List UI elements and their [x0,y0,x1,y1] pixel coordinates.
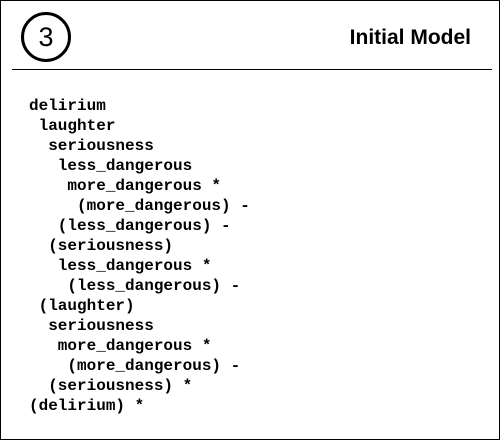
tree-line: (less_dangerous) - [29,277,241,295]
step-number-badge: 3 [21,12,71,62]
slide-frame: 3 Initial Model delirium laughter seriou… [0,0,500,440]
tree-line: (seriousness) [29,237,174,255]
tree-line: delirium [29,97,106,115]
tree-line: seriousness [29,317,154,335]
tree-line: less_dangerous * [29,257,212,275]
tree-line: laughter [29,117,116,135]
tree-line: seriousness [29,137,154,155]
tree-line: (seriousness) * [29,377,193,395]
tree-line: (more_dangerous) - [29,357,241,375]
tree-line: less_dangerous [29,157,193,175]
tree-line: (laughter) [29,297,135,315]
tree-line: more_dangerous * [29,177,222,195]
model-tree: delirium laughter seriousness less_dange… [29,96,250,416]
header-divider [12,69,492,70]
tree-line: (less_dangerous) - [29,217,231,235]
page-title: Initial Model [349,26,471,49]
tree-line: (more_dangerous) - [29,197,250,215]
step-number: 3 [38,21,54,52]
tree-line: (delirium) * [29,397,145,415]
tree-line: more_dangerous * [29,337,212,355]
